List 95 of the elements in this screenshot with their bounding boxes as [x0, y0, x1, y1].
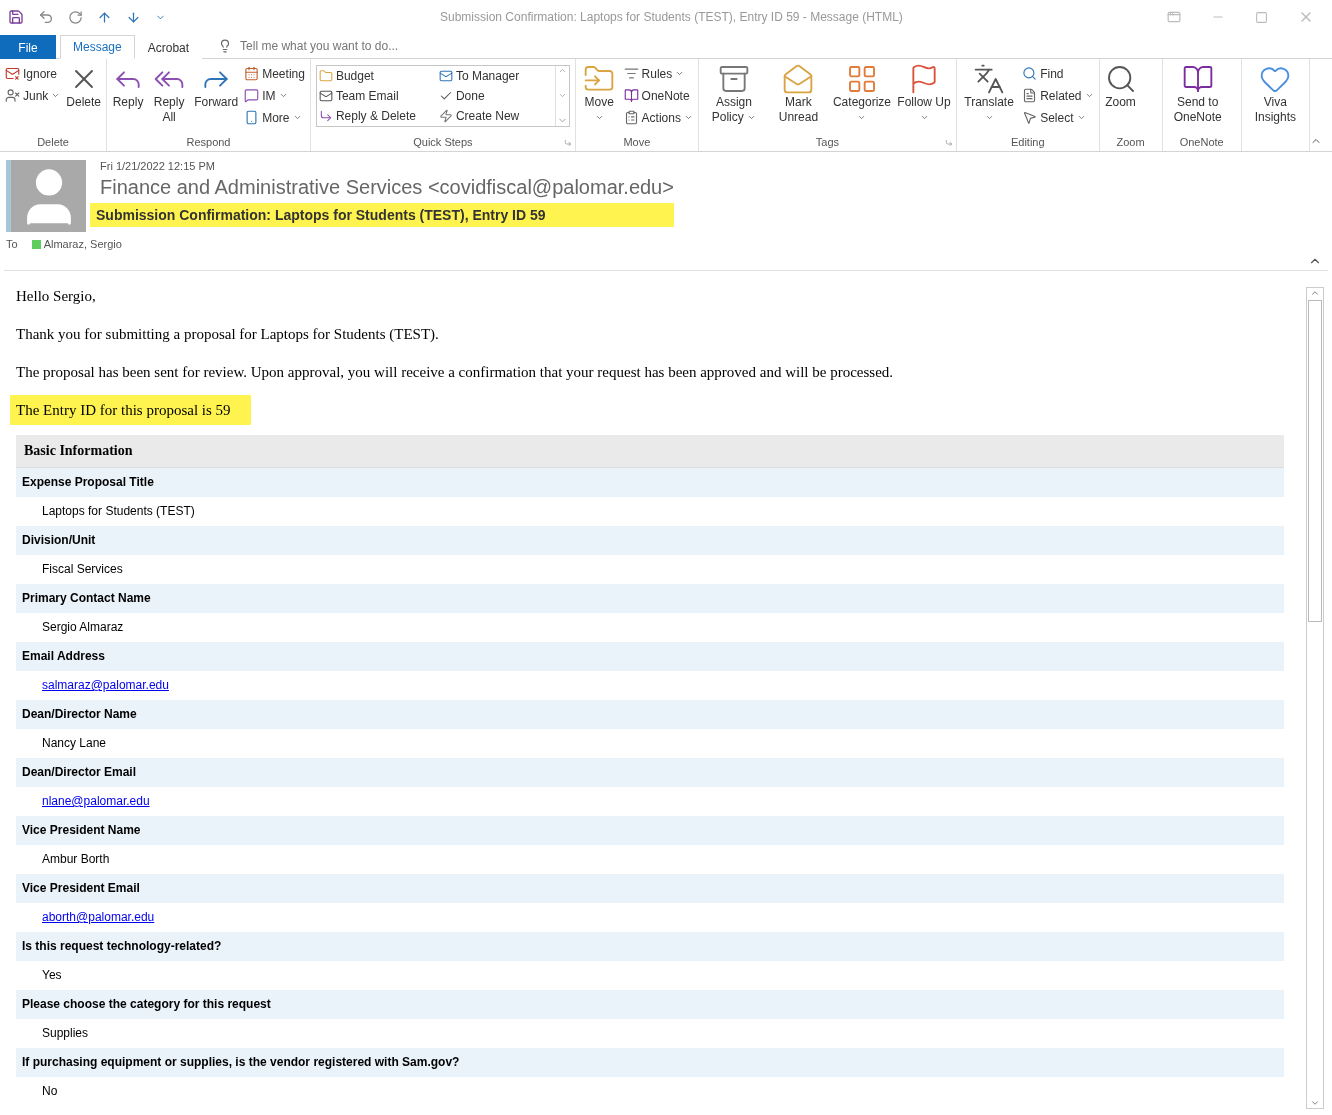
- envelope-x-icon: [5, 66, 20, 81]
- notebook-icon: [623, 88, 639, 103]
- field-label: Division/Unit: [16, 526, 1284, 555]
- to-label: To: [6, 238, 18, 250]
- undo-icon[interactable]: [38, 9, 54, 25]
- ribbon-button[interactable]: Assign Policy: [701, 61, 766, 135]
- email-link[interactable]: salmaraz@palomar.edu: [42, 678, 169, 692]
- paragraph: The proposal has been sent for review. Upon approval, you will receive a confirmation that your request has been approved and will be processed.: [16, 363, 895, 381]
- recipient[interactable]: Almaraz, Sergio: [43, 238, 122, 250]
- ribbon-button[interactable]: Translate: [960, 61, 1019, 135]
- quick-step[interactable]: Create New: [436, 106, 555, 126]
- chat-bubble-icon: [244, 88, 260, 103]
- field-label: Vice President Name: [16, 816, 1284, 845]
- field-label: Is this request technology-related?: [16, 932, 1284, 961]
- ribbon-button[interactable]: Send to OneNote: [1165, 61, 1230, 135]
- sent-date: Fri 1/21/2022 12:15 PM: [100, 160, 216, 172]
- field-label: Expense Proposal Title: [16, 468, 1284, 497]
- ribbon-display-icon[interactable]: [1167, 10, 1181, 24]
- ribbon-button[interactable]: Move: [578, 61, 620, 135]
- ribbon-button[interactable]: IM: [242, 85, 307, 106]
- email-link[interactable]: nlane@palomar.edu: [42, 794, 150, 808]
- check-icon: [438, 89, 453, 103]
- ribbon-button[interactable]: Select: [1020, 107, 1096, 128]
- field-label: Email Address: [16, 642, 1284, 671]
- group-label: Move: [622, 135, 652, 150]
- ribbon-button[interactable]: Zoom: [1102, 61, 1139, 135]
- quick-step[interactable]: Reply & Delete: [316, 106, 437, 126]
- ribbon-button[interactable]: Delete: [64, 61, 104, 135]
- scroll-thumb[interactable]: [1308, 300, 1322, 622]
- field-label: Dean/Director Name: [16, 700, 1284, 729]
- sender: Finance and Administrative Services <covidfiscal@palomar.edu>: [100, 176, 674, 199]
- open-envelope-icon: [782, 63, 815, 95]
- envelope-icon: [318, 89, 333, 103]
- phone-icon: [244, 110, 260, 125]
- group-label: Editing: [1009, 135, 1046, 150]
- dialog-launcher-icon[interactable]: [945, 139, 953, 147]
- folder-icon: [318, 69, 333, 83]
- quick-step[interactable]: Budget: [316, 66, 437, 86]
- subject: Submission Confirmation: Laptops for Students (TEST), Entry ID 59: [90, 203, 674, 227]
- group-label: Delete: [36, 135, 70, 150]
- ribbon-tab[interactable]: Message: [60, 35, 135, 59]
- group-label: Quick Steps: [412, 135, 474, 150]
- scrollbar[interactable]: [1306, 287, 1324, 1109]
- group-label: Respond: [185, 135, 232, 150]
- ribbon-button[interactable]: OneNote: [621, 85, 695, 106]
- ribbon-button[interactable]: Forward: [192, 61, 241, 135]
- ribbon-button[interactable]: Follow Up: [895, 61, 953, 135]
- scroll-down-icon[interactable]: [1310, 1098, 1320, 1108]
- field-label: Primary Contact Name: [16, 584, 1284, 613]
- window-title: Submission Confirmation: Laptops for Students (TEST), Entry ID 59 - Message (HTML): [440, 10, 903, 24]
- magnifier-icon: [1022, 66, 1038, 81]
- rules-list-icon: [623, 66, 639, 81]
- pointer-icon: [1022, 110, 1038, 125]
- ribbon-button[interactable]: Meeting: [242, 63, 307, 84]
- table-title: Basic Information: [16, 435, 1284, 468]
- group-label: Tags: [814, 135, 841, 150]
- ribbon-button[interactable]: More: [242, 107, 307, 128]
- group-label: OneNote: [1179, 135, 1224, 150]
- lightning-icon: [438, 109, 453, 123]
- translate-icon: [973, 63, 1006, 95]
- ribbon-button[interactable]: Ignore: [3, 63, 63, 84]
- clipboard-icon: [623, 110, 639, 125]
- field-label: If purchasing equipment or supplies, is the vendor registered with Sam.gov?: [16, 1048, 1284, 1077]
- ribbon-button[interactable]: Reply: [110, 61, 147, 135]
- field-label: Vice President Email: [16, 874, 1284, 903]
- ribbon-button[interactable]: Related: [1020, 85, 1096, 106]
- ribbon-button[interactable]: Viva Insights: [1244, 61, 1306, 135]
- field-label: Please choose the category for this request: [16, 990, 1284, 1019]
- file-tab[interactable]: File: [0, 35, 56, 59]
- quick-step[interactable]: Team Email: [316, 86, 437, 106]
- person-x-icon: [5, 88, 20, 103]
- ribbon-button[interactable]: Junk: [3, 85, 63, 106]
- scroll-up-icon[interactable]: [557, 66, 567, 75]
- save-icon[interactable]: [8, 9, 24, 25]
- quick-step[interactable]: To Manager: [436, 66, 555, 86]
- ribbon-button[interactable]: Categorize: [830, 61, 893, 135]
- ribbon-button[interactable]: Find: [1020, 63, 1096, 84]
- notebook-icon: [1181, 63, 1214, 95]
- document-icon: [1022, 88, 1038, 103]
- calendar-icon: [244, 66, 260, 81]
- email-link[interactable]: aborth@palomar.edu: [42, 910, 155, 924]
- redo-icon[interactable]: [68, 9, 83, 25]
- paragraph: Hello Sergio,: [16, 287, 97, 305]
- ribbon-button[interactable]: Actions: [621, 107, 695, 128]
- quick-step[interactable]: Done: [436, 86, 555, 106]
- dialog-launcher-icon[interactable]: [563, 139, 572, 147]
- group-label: Zoom: [1116, 135, 1145, 150]
- field-label: Dean/Director Email: [16, 758, 1284, 787]
- paragraph: Thank you for submitting a proposal for Laptops for Students (TEST).: [16, 325, 440, 343]
- maximize-icon[interactable]: [1255, 10, 1268, 24]
- ribbon-button[interactable]: Mark Unread: [767, 61, 829, 135]
- scroll-up-icon[interactable]: [1310, 288, 1320, 298]
- ribbon-button[interactable]: Rules: [621, 63, 695, 84]
- cabinet-icon: [717, 63, 750, 95]
- ribbon-button[interactable]: Reply All: [148, 61, 191, 135]
